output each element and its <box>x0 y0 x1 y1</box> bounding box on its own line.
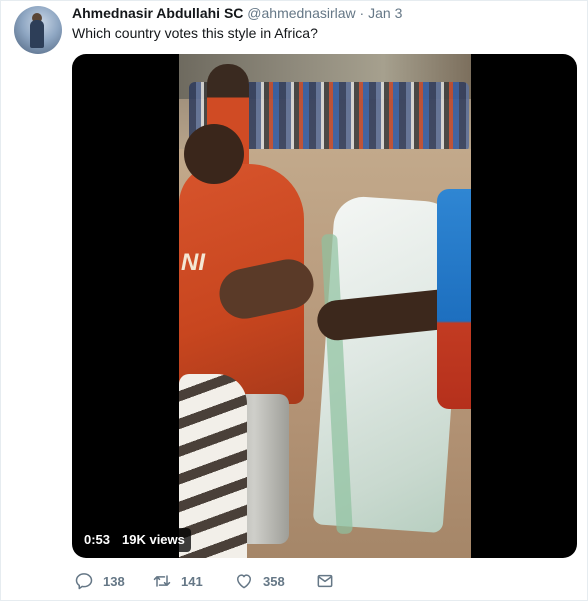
retweet-button[interactable]: 141 <box>152 569 203 593</box>
envelope-icon <box>315 571 335 591</box>
author-name[interactable]: Ahmednasir Abdullahi SC <box>72 5 243 21</box>
reply-button[interactable]: 138 <box>74 569 125 593</box>
retweet-count: 141 <box>181 573 203 589</box>
avatar-figure <box>30 20 44 48</box>
retweet-icon <box>152 571 172 591</box>
video-person-head <box>184 124 244 184</box>
reply-count: 138 <box>103 573 125 589</box>
direct-message-button[interactable] <box>315 569 344 593</box>
video-duration-badge: 0:53 <box>78 528 117 552</box>
tweet-date[interactable]: Jan 3 <box>368 5 402 21</box>
like-count: 358 <box>263 573 285 589</box>
tweet-card[interactable]: Ahmednasir Abdullahi SC @ahmednasirlaw ·… <box>0 0 588 601</box>
tweet-text: Which country votes this style in Africa… <box>72 25 318 41</box>
like-button[interactable]: 358 <box>234 569 285 593</box>
reply-icon <box>74 571 94 591</box>
video-shirt-logo: NI <box>181 249 205 276</box>
video-player[interactable]: NI 0:53 19K views <box>72 54 577 558</box>
video-frame[interactable]: NI <box>179 54 471 558</box>
avatar[interactable] <box>14 6 62 54</box>
author-handle[interactable]: @ahmednasirlaw <box>247 5 355 21</box>
header-separator: · <box>359 5 365 21</box>
video-views-badge: 19K views <box>116 528 191 552</box>
heart-icon <box>234 571 254 591</box>
video-person-blue-shirt <box>437 189 471 409</box>
tweet-actions: 138 141 358 <box>72 569 572 593</box>
tweet-header: Ahmednasir Abdullahi SC @ahmednasirlaw ·… <box>72 4 402 22</box>
